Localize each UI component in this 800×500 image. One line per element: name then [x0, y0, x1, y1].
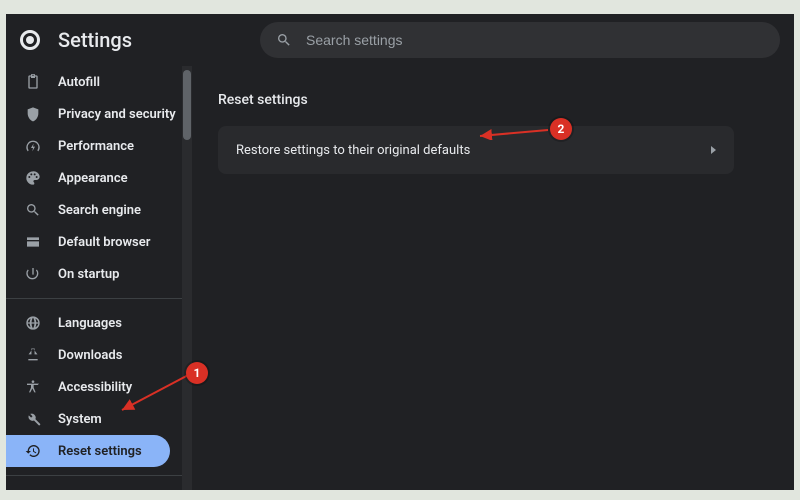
sidebar-item-default-browser[interactable]: Default browser — [6, 226, 182, 258]
sidebar-divider — [6, 475, 182, 476]
browser-icon — [24, 233, 42, 251]
wrench-icon — [24, 410, 42, 428]
sidebar-item-languages[interactable]: Languages — [6, 307, 182, 339]
search-input[interactable] — [306, 32, 764, 48]
sidebar-item-label: Privacy and security — [58, 107, 176, 122]
accessibility-icon — [24, 378, 42, 396]
annotation-callout-1: 1 — [186, 362, 208, 384]
sidebar-item-autofill[interactable]: Autofill — [6, 66, 182, 98]
sidebar-scrollbar-track[interactable] — [182, 66, 192, 490]
sidebar-scrollbar-thumb[interactable] — [183, 70, 191, 140]
restore-defaults-row[interactable]: Restore settings to their original defau… — [218, 126, 734, 174]
sidebar-item-extensions[interactable]: Extensions — [6, 484, 182, 490]
sidebar-item-on-startup[interactable]: On startup — [6, 258, 182, 290]
sidebar-item-label: On startup — [58, 267, 119, 282]
sidebar-item-label: Default browser — [58, 235, 150, 250]
search-icon — [24, 201, 42, 219]
sidebar-divider — [6, 298, 182, 299]
settings-window: Settings Autofill Privacy and security — [6, 14, 794, 490]
header-bar: Settings — [6, 14, 794, 66]
sidebar-item-downloads[interactable]: Downloads — [6, 339, 182, 371]
search-box[interactable] — [260, 22, 780, 58]
search-icon — [276, 32, 292, 48]
sidebar-item-label: Accessibility — [58, 380, 132, 395]
palette-icon — [24, 169, 42, 187]
sidebar-item-system[interactable]: System — [6, 403, 182, 435]
sidebar-item-label: Autofill — [58, 75, 100, 90]
sidebar-item-performance[interactable]: Performance — [6, 130, 182, 162]
globe-icon — [24, 314, 42, 332]
chevron-right-icon — [711, 146, 716, 154]
sidebar-item-label: Performance — [58, 139, 134, 154]
annotation-callout-2: 2 — [550, 118, 572, 140]
sidebar: Autofill Privacy and security Performanc… — [6, 66, 192, 490]
sidebar-item-label: Languages — [58, 316, 122, 331]
section-title: Reset settings — [218, 92, 786, 108]
sidebar-item-label: Downloads — [58, 348, 122, 363]
history-icon — [24, 442, 42, 460]
sidebar-item-search-engine[interactable]: Search engine — [6, 194, 182, 226]
sidebar-item-appearance[interactable]: Appearance — [6, 162, 182, 194]
page-title: Settings — [58, 28, 132, 52]
sidebar-item-reset-settings[interactable]: Reset settings — [6, 435, 170, 467]
sidebar-item-accessibility[interactable]: Accessibility — [6, 371, 182, 403]
sidebar-item-label: System — [58, 412, 102, 427]
sidebar-item-label: Appearance — [58, 171, 128, 186]
main-content: Reset settings Restore settings to their… — [192, 66, 794, 490]
download-icon — [24, 346, 42, 364]
power-icon — [24, 265, 42, 283]
sidebar-item-label: Search engine — [58, 203, 141, 218]
clipboard-icon — [24, 73, 42, 91]
speedometer-icon — [24, 137, 42, 155]
chrome-logo-icon — [20, 30, 40, 50]
shield-icon — [24, 105, 42, 123]
restore-defaults-label: Restore settings to their original defau… — [236, 143, 470, 158]
sidebar-item-privacy[interactable]: Privacy and security — [6, 98, 182, 130]
sidebar-item-label: Reset settings — [58, 444, 142, 459]
